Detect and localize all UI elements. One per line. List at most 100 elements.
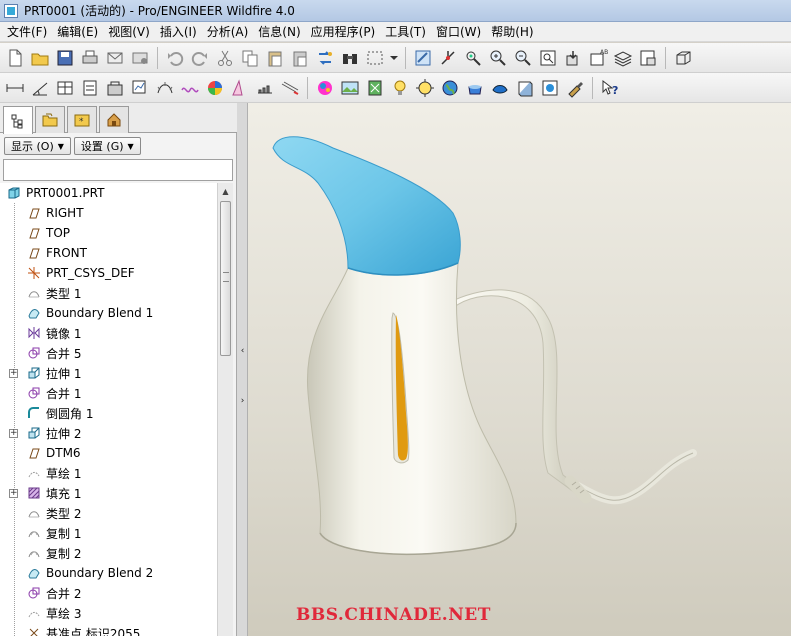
analysis-icon[interactable] <box>129 77 151 99</box>
expand-icon[interactable]: + <box>9 368 18 378</box>
saved-views-icon[interactable]: AB <box>587 47 609 69</box>
graph-icon[interactable] <box>254 77 276 99</box>
repaint-icon[interactable] <box>412 47 434 69</box>
new-file-icon[interactable] <box>4 47 26 69</box>
tree-scrollbar[interactable]: ▲ <box>217 183 233 636</box>
save-icon[interactable] <box>54 47 76 69</box>
cut-icon[interactable] <box>214 47 236 69</box>
graphics-viewport[interactable]: BBS.CHINADE.NET <box>248 103 791 636</box>
table-icon[interactable] <box>54 77 76 99</box>
menu-edit[interactable]: 编辑(E) <box>52 22 103 42</box>
tree-item[interactable]: 合并 2 <box>0 583 217 603</box>
lightbulb-icon[interactable] <box>389 77 411 99</box>
tree-item[interactable]: Boundary Blend 1 <box>0 303 217 323</box>
menu-info[interactable]: 信息(N) <box>253 22 305 42</box>
paste-special-icon[interactable] <box>289 47 311 69</box>
zoom-in-icon[interactable] <box>487 47 509 69</box>
tree-item[interactable]: PRT_CSYS_DEF <box>0 263 217 283</box>
photo-render-icon[interactable] <box>339 77 361 99</box>
expand-right-icon[interactable]: › <box>239 396 246 406</box>
tree-item[interactable]: TOP <box>0 223 217 243</box>
tree-item[interactable]: FRONT <box>0 243 217 263</box>
setup-icon[interactable] <box>637 47 659 69</box>
scene-icon[interactable] <box>414 77 436 99</box>
open-folder-icon[interactable] <box>29 47 51 69</box>
collapse-left-icon[interactable]: ‹ <box>239 346 246 356</box>
panel-splitter[interactable]: ‹ › <box>237 103 248 636</box>
zoom-out-icon[interactable] <box>512 47 534 69</box>
folder-tab[interactable] <box>35 106 65 133</box>
pot-icon[interactable] <box>464 77 486 99</box>
dropdown-arrow-icon[interactable] <box>389 47 399 69</box>
curvature-icon[interactable] <box>154 77 176 99</box>
flag-icon[interactable] <box>364 77 386 99</box>
menu-help[interactable]: 帮助(H) <box>486 22 538 42</box>
select-box-icon[interactable] <box>364 47 386 69</box>
menu-view[interactable]: 视图(V) <box>103 22 155 42</box>
menu-file[interactable]: 文件(F) <box>2 22 52 42</box>
box-icon[interactable] <box>514 77 536 99</box>
expand-icon[interactable]: + <box>9 488 18 498</box>
paste-icon[interactable] <box>264 47 286 69</box>
scroll-thumb[interactable] <box>220 201 231 356</box>
settings-dropdown[interactable]: 设置 (G) ▼ <box>73 137 141 155</box>
color-shade-icon[interactable] <box>204 77 226 99</box>
spin-center-icon[interactable] <box>437 47 459 69</box>
connections-tab[interactable] <box>99 106 129 133</box>
mail-icon[interactable] <box>129 47 151 69</box>
send-mail-icon[interactable] <box>104 47 126 69</box>
refit-icon[interactable] <box>537 47 559 69</box>
draft-check-icon[interactable] <box>229 77 251 99</box>
tree-item[interactable]: 基准点 标识2055 <box>0 623 217 636</box>
copy-icon[interactable] <box>239 47 261 69</box>
redo-icon[interactable] <box>189 47 211 69</box>
expand-icon[interactable]: + <box>9 428 18 438</box>
appearance-icon[interactable] <box>314 77 336 99</box>
texture-icon[interactable] <box>489 77 511 99</box>
tree-item[interactable]: DTM6 <box>0 443 217 463</box>
model-tree-tab[interactable] <box>3 106 33 134</box>
print-icon[interactable] <box>79 47 101 69</box>
reorient-icon[interactable] <box>562 47 584 69</box>
undo-icon[interactable] <box>164 47 186 69</box>
layers-icon[interactable] <box>612 47 634 69</box>
whats-this-icon[interactable]: ? <box>599 77 621 99</box>
menu-analysis[interactable]: 分析(A) <box>202 22 254 42</box>
menu-window[interactable]: 窗口(W) <box>431 22 486 42</box>
curve-icon[interactable] <box>179 77 201 99</box>
measure-angle-icon[interactable] <box>29 77 51 99</box>
tree-item[interactable]: + 拉伸 1 <box>0 363 217 383</box>
sphere-icon[interactable] <box>539 77 561 99</box>
tree-item[interactable]: 倒圆角 1 <box>0 403 217 423</box>
tree-filter-input[interactable] <box>3 159 233 181</box>
measure-distance-icon[interactable] <box>4 77 26 99</box>
datum-display-icon[interactable] <box>672 47 694 69</box>
favorites-tab[interactable]: * <box>67 106 97 133</box>
find-icon[interactable] <box>339 47 361 69</box>
tree-item[interactable]: 类型 1 <box>0 283 217 303</box>
globe-icon[interactable] <box>439 77 461 99</box>
tree-item[interactable]: 类型 2 <box>0 503 217 523</box>
show-dropdown[interactable]: 显示 (O) ▼ <box>4 137 71 155</box>
tree-item[interactable]: 复制 2 <box>0 543 217 563</box>
scroll-up-icon[interactable]: ▲ <box>218 183 233 199</box>
tree-item[interactable]: 草绘 1 <box>0 463 217 483</box>
tree-item[interactable]: + 填充 1 <box>0 483 217 503</box>
tree-item[interactable]: + 拉伸 2 <box>0 423 217 443</box>
tree-item[interactable]: 合并 1 <box>0 383 217 403</box>
tree-item[interactable]: Boundary Blend 2 <box>0 563 217 583</box>
sweep-icon[interactable] <box>279 77 301 99</box>
tree-item[interactable]: RIGHT <box>0 203 217 223</box>
tree-item[interactable]: 镜像 1 <box>0 323 217 343</box>
menu-applications[interactable]: 应用程序(P) <box>306 22 381 42</box>
tree-root[interactable]: PRT0001.PRT <box>0 183 217 203</box>
tree-item[interactable]: 复制 1 <box>0 523 217 543</box>
menu-tools[interactable]: 工具(T) <box>380 22 431 42</box>
regenerate-icon[interactable] <box>314 47 336 69</box>
menu-insert[interactable]: 插入(I) <box>155 22 202 42</box>
tree-item[interactable]: 合并 5 <box>0 343 217 363</box>
orient-icon[interactable] <box>462 47 484 69</box>
calc-icon[interactable] <box>79 77 101 99</box>
tree-item[interactable]: 草绘 3 <box>0 603 217 623</box>
model-info-icon[interactable] <box>104 77 126 99</box>
